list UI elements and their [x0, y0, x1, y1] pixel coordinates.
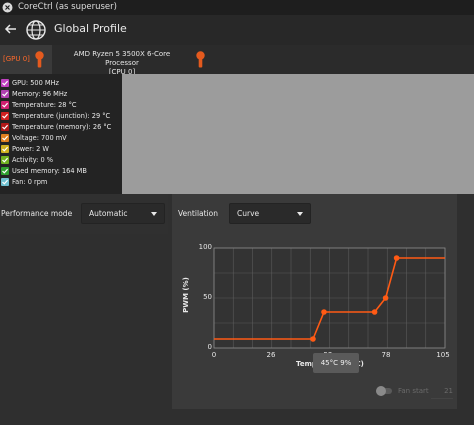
x-tick-label: 105 [436, 351, 450, 359]
curve-point[interactable] [393, 255, 400, 261]
curve-point-tooltip: 45°C 9% [313, 353, 359, 373]
x-tick-label: 26 [266, 351, 276, 359]
sensor-checkbox[interactable] [1, 123, 9, 131]
fan-start-label: Fan start [398, 387, 429, 395]
sensor-checkbox[interactable] [1, 134, 9, 142]
fan-start-toggle[interactable] [376, 386, 392, 396]
curve-point[interactable] [321, 309, 327, 315]
chevron-down-icon [151, 212, 157, 216]
sensor-checkbox[interactable] [1, 167, 9, 175]
curve-point[interactable] [382, 295, 389, 301]
fan-start-spinbox[interactable]: 21 [431, 384, 453, 399]
tab-cpu-label-line1: AMD Ryzen 5 3500X 6-Core Processor [73, 50, 171, 67]
toggle-knob [376, 386, 386, 396]
ventilation-mode-value: Curve [237, 209, 260, 218]
gpu-toggle-icon[interactable] [35, 51, 44, 68]
close-icon[interactable] [2, 2, 13, 13]
device-tabbar: [GPU 0] AMD Ryzen 5 3500X 6-Core Process… [0, 45, 474, 77]
sensor-label: Temperature (junction): 29 °C [12, 112, 111, 120]
y-axis-title: PWM (%) [181, 277, 190, 313]
performance-mode-label: Performance mode [1, 209, 73, 218]
tab-cpu-label: AMD Ryzen 5 3500X 6-Core Processor [CPU … [58, 50, 186, 77]
sensor-label: Power: 2 W [12, 145, 49, 153]
y-tick-label: 100 [198, 243, 212, 251]
sensor-label: GPU: 500 MHz [12, 79, 60, 87]
sensor-label: Activity: 0 % [12, 156, 54, 164]
ventilation-panel: Ventilation Curve 100 50 0 0 26 52 78 10… [172, 194, 457, 409]
sensor-list: GPU: 500 MHz Memory: 96 MHz Temperature:… [0, 74, 122, 194]
sensor-checkbox[interactable] [1, 79, 9, 87]
sensor-label: Voltage: 700 mV [12, 134, 67, 142]
sensor-checkbox[interactable] [1, 156, 9, 164]
sensor-checkbox[interactable] [1, 90, 9, 98]
cpu-toggle-icon[interactable] [196, 51, 205, 68]
window-titlebar: CoreCtrl (as superuser) [0, 0, 474, 15]
x-tick-label: 78 [381, 351, 391, 359]
curve-point[interactable] [310, 336, 316, 342]
profile-header: Global Profile [0, 15, 474, 45]
y-tick-label: 0 [207, 343, 212, 351]
performance-panel: Performance mode Automatic [0, 194, 168, 234]
tab-gpu-label: [GPU 0] [3, 55, 30, 63]
sensor-checkbox[interactable] [1, 101, 9, 109]
performance-mode-value: Automatic [89, 209, 128, 218]
y-tick-label: 50 [203, 293, 212, 301]
page-title: Global Profile [54, 22, 127, 35]
chevron-down-icon [297, 212, 303, 216]
sensor-label: Temperature (memory): 26 °C [12, 123, 112, 131]
sensor-label: Used memory: 164 MB [12, 167, 87, 175]
globe-icon [26, 20, 46, 40]
sensor-checkbox[interactable] [1, 145, 9, 153]
curve-point[interactable] [371, 309, 378, 315]
tab-cpu[interactable]: AMD Ryzen 5 3500X 6-Core Processor [CPU … [52, 45, 214, 77]
ventilation-mode-select[interactable]: Curve [229, 203, 311, 224]
sensor-label: Memory: 96 MHz [12, 90, 68, 98]
window-title: CoreCtrl (as superuser) [18, 2, 117, 12]
sensor-label: Temperature: 28 °C [12, 101, 77, 109]
ventilation-label: Ventilation [178, 209, 218, 218]
back-arrow-icon[interactable] [4, 22, 18, 36]
fan-curve-chart[interactable] [182, 238, 453, 403]
sensor-checkbox[interactable] [1, 112, 9, 120]
sensor-label: Fan: 0 rpm [12, 178, 48, 186]
performance-mode-select[interactable]: Automatic [81, 203, 165, 224]
sensor-checkbox[interactable] [1, 178, 9, 186]
tab-gpu[interactable]: [GPU 0] [0, 45, 52, 75]
sensor-graph-area [122, 74, 474, 194]
x-tick-label: 0 [211, 351, 217, 359]
